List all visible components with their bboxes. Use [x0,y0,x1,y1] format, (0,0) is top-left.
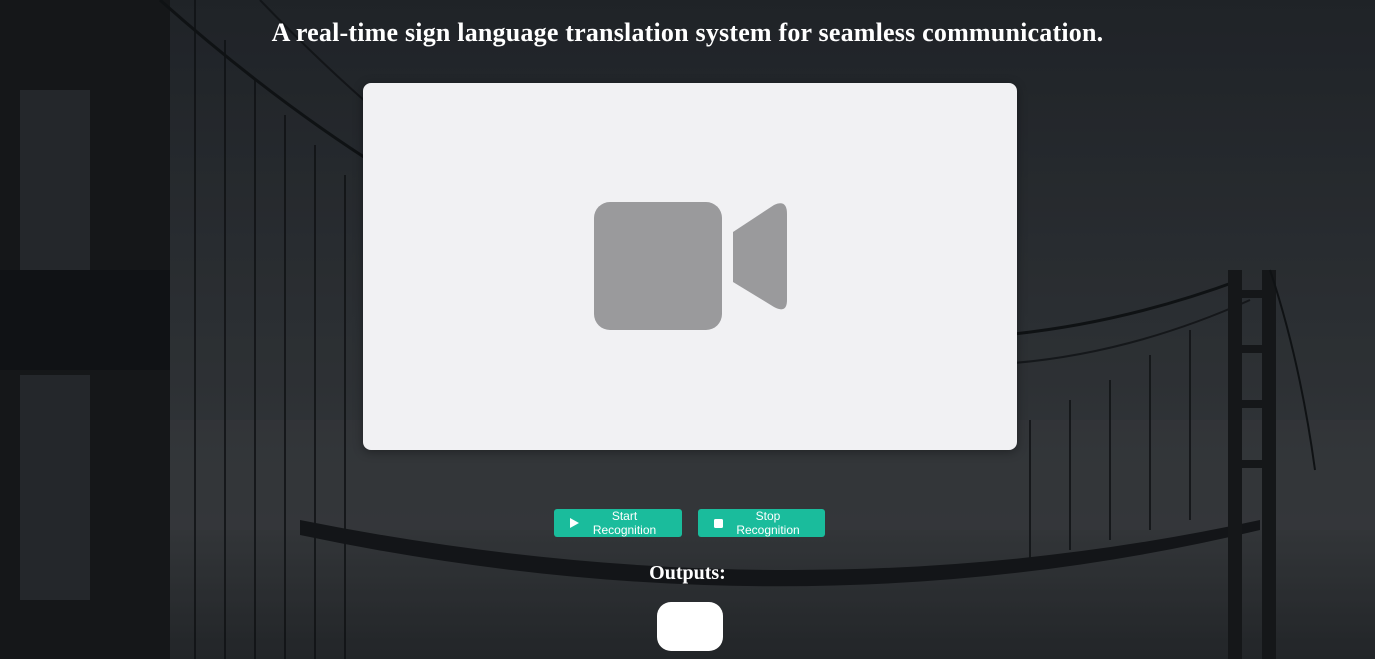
video-camera-icon [594,202,787,330]
video-feed-panel [363,83,1017,450]
stop-recognition-button[interactable]: Stop Recognition [698,509,825,537]
output-display [657,602,723,651]
start-recognition-label: Start Recognition [592,509,657,537]
recognition-controls: Start Recognition Stop Recognition [554,509,825,537]
page-title: A real-time sign language translation sy… [271,18,1104,47]
stop-icon [714,518,723,528]
stop-recognition-label: Stop Recognition [736,509,800,537]
play-icon [570,518,579,528]
start-recognition-button[interactable]: Start Recognition [554,509,682,537]
page: A real-time sign language translation sy… [0,0,1375,659]
outputs-heading: Outputs: [649,562,726,584]
